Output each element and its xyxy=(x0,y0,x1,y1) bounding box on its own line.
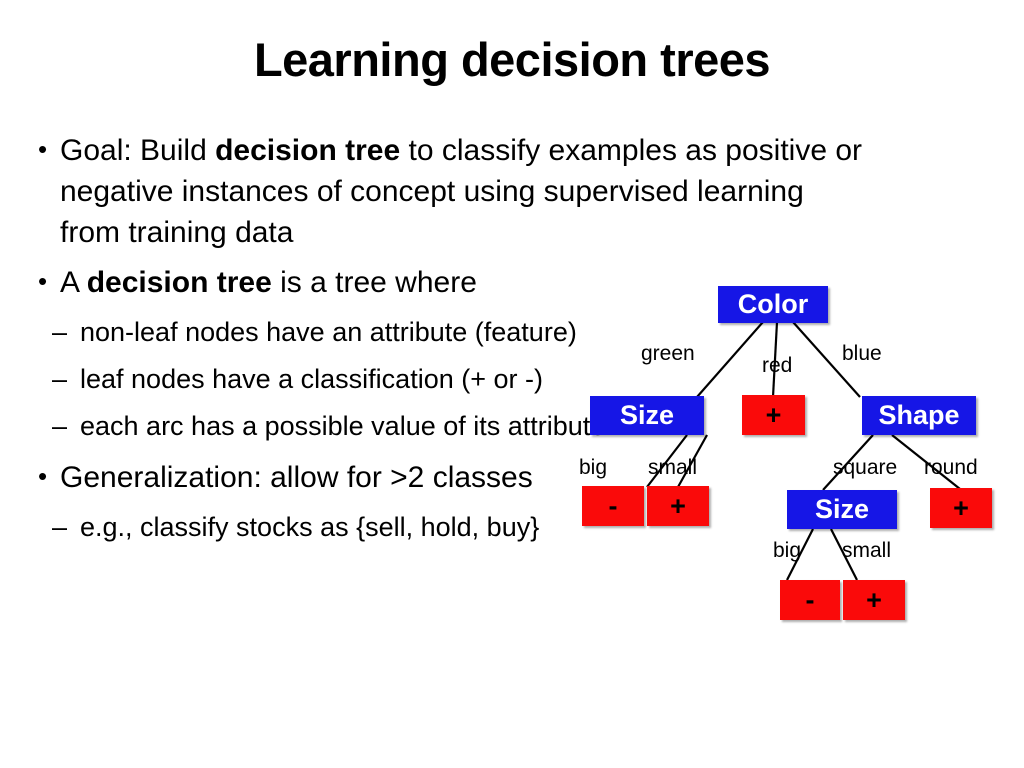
bullet-goal-text-part1: Goal: Build xyxy=(60,134,216,167)
tree-leaf-minus-big[interactable]: - xyxy=(582,486,644,526)
sub-bullet-marker: – xyxy=(52,512,68,543)
bullet-generalization-text: Generalization: allow for >2 classes xyxy=(60,461,533,495)
tree-leaf-plus-round[interactable]: + xyxy=(930,488,992,528)
edge-label-green: green xyxy=(641,342,695,365)
bullet-definition-part1: A xyxy=(60,266,87,300)
edge-label-square: square xyxy=(833,456,898,479)
bullet-definition-part2: is a tree where xyxy=(271,266,477,300)
bullet-goal-bold: decision tree xyxy=(215,134,401,167)
sub-bullet-marker: – xyxy=(52,410,68,441)
tree-node-size-inner[interactable]: Size xyxy=(787,490,897,529)
tree-leaf-plus-small[interactable]: + xyxy=(647,486,709,526)
decision-tree-diagram: Color green red blue Size + Shape big sm… xyxy=(565,275,1020,645)
sub-bullet-marker: – xyxy=(52,363,68,394)
tree-node-size-left[interactable]: Size xyxy=(590,396,704,435)
bullet-marker: • xyxy=(38,266,48,297)
bullet-marker: • xyxy=(38,134,48,164)
sub-bullet-nonleaf-nodes-text: non-leaf nodes have an attribute (featur… xyxy=(80,317,577,348)
bullet-marker: • xyxy=(38,461,48,492)
tree-leaf-minus-big-inner[interactable]: - xyxy=(780,580,840,620)
bullet-definition-bold: decision tree xyxy=(86,266,272,300)
tree-leaf-plus-red[interactable]: + xyxy=(742,395,805,435)
tree-node-color[interactable]: Color xyxy=(718,286,828,323)
edge-label-big-inner: big xyxy=(773,539,802,562)
edge-label-small-inner: small xyxy=(842,539,892,562)
edge-label-blue: blue xyxy=(842,342,882,365)
tree-leaf-plus-small-inner[interactable]: + xyxy=(843,580,905,620)
bullet-goal: • Goal: Build decision tree to classify e… xyxy=(34,131,864,253)
sub-bullet-arc-values-text: each arc has a possible value of its att… xyxy=(80,410,606,441)
slide-canvas: Learning decision trees • Goal: Build dec… xyxy=(0,0,1024,768)
edge-label-small-left: small xyxy=(648,456,698,479)
sub-bullet-marker: – xyxy=(52,317,68,348)
edge-label-round: round xyxy=(924,456,978,479)
edge-label-red: red xyxy=(762,354,793,377)
page-title: Learning decision trees xyxy=(253,33,771,86)
edge-label-big-left: big xyxy=(579,456,608,479)
sub-bullet-leaf-nodes-text: leaf nodes have a classification (+ or -… xyxy=(80,363,543,394)
sub-bullet-stocks-example-text: e.g., classify stocks as {sell, hold, bu… xyxy=(80,512,540,543)
tree-node-shape[interactable]: Shape xyxy=(862,396,976,435)
